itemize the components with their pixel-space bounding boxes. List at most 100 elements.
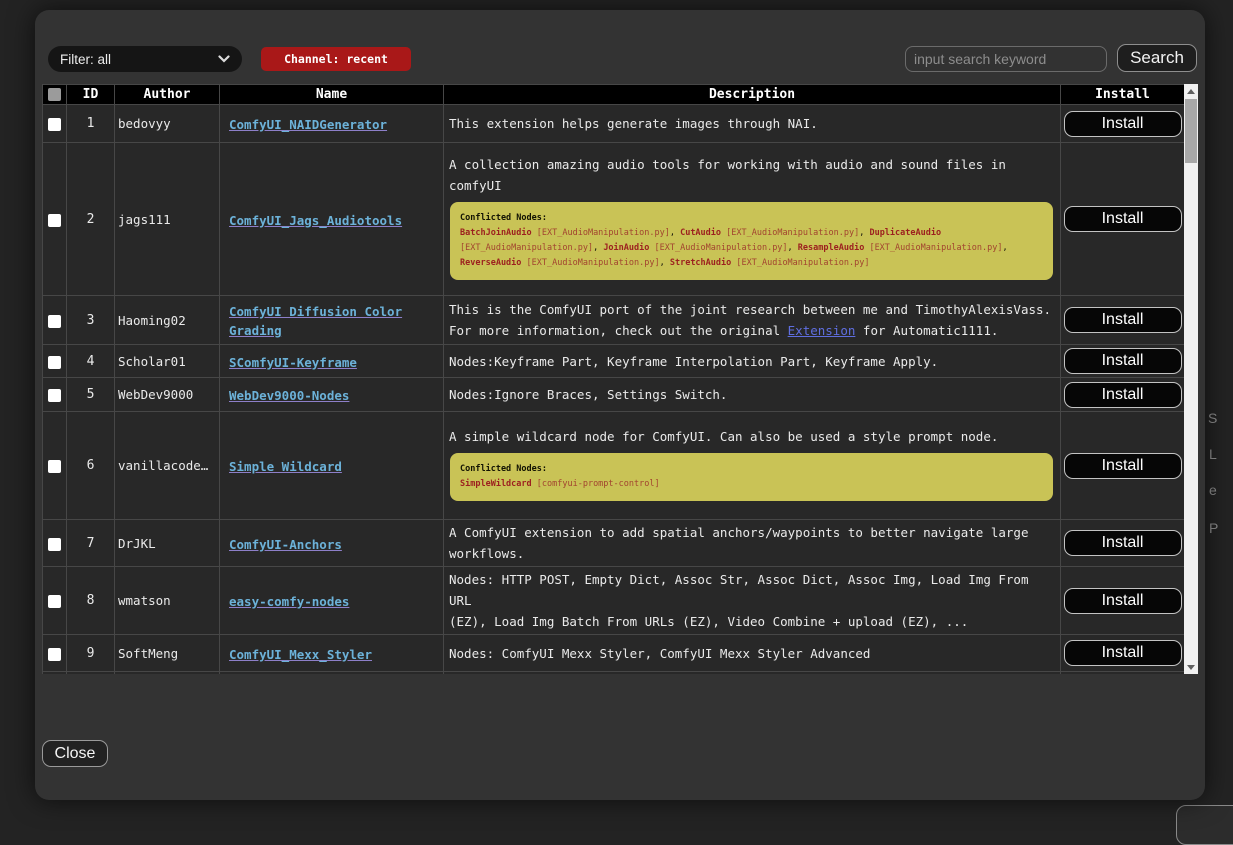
extensions-table: ID Author Name Description Install 1 bed… (42, 84, 1184, 674)
scrollbar-down-arrow-icon[interactable] (1184, 660, 1198, 674)
install-button[interactable]: Install (1064, 206, 1182, 232)
extension-author: Haoming02 (118, 313, 186, 328)
conflict-node-source: [EXT_AudioManipulation.py] (731, 258, 869, 268)
extension-name-link[interactable]: ComfyUI_NAIDGenerator (229, 117, 387, 132)
install-button[interactable]: Install (1064, 382, 1182, 408)
search-input[interactable] (905, 46, 1107, 72)
extension-description: A ComfyUI extension to add spatial ancho… (449, 522, 1055, 564)
conflict-node-name: SimpleWildcard (460, 479, 532, 489)
row-checkbox[interactable] (48, 648, 61, 661)
extension-author: SoftMeng (118, 646, 178, 661)
conflict-node-source: [EXT_AudioManipulation.py] (721, 228, 859, 238)
table-row: 8 wmatson easy-comfy-nodes Nodes: HTTP P… (43, 567, 1185, 635)
column-header-name: Name (220, 85, 444, 105)
conflict-node-source: [EXT_AudioManipulation.py] (460, 243, 593, 253)
conflict-node-name: DuplicateAudio (869, 228, 941, 238)
extension-author: vanillacode… (118, 458, 208, 473)
table-header-row: ID Author Name Description Install (43, 85, 1185, 105)
extension-author: DrJKL (118, 536, 156, 551)
conflict-node-source: [EXT_AudioManipulation.py] (649, 243, 787, 253)
row-checkbox[interactable] (48, 538, 61, 551)
search-button[interactable]: Search (1117, 44, 1197, 72)
extension-name-link[interactable]: ComfyUI-Anchors (229, 537, 342, 552)
extension-author: Scholar01 (118, 354, 186, 369)
description-link[interactable]: Extension (788, 323, 856, 338)
column-header-install: Install (1061, 85, 1185, 105)
extension-description: This is the ComfyUI port of the joint re… (449, 299, 1055, 341)
extension-description: A simple wildcard node for ComfyUI. Can … (449, 426, 1055, 447)
row-checkbox[interactable] (48, 595, 61, 608)
extension-id: 4 (87, 354, 95, 369)
extension-description: This extension helps generate images thr… (449, 113, 1055, 134)
extension-id: 2 (87, 212, 95, 227)
row-checkbox[interactable] (48, 389, 61, 402)
row-checkbox[interactable] (48, 214, 61, 227)
channel-badge: Channel: recent (261, 47, 411, 71)
row-checkbox[interactable] (48, 118, 61, 131)
table-scrollbar[interactable] (1184, 84, 1198, 674)
extension-id: 5 (87, 387, 95, 402)
background-text-fragment: L (1209, 446, 1217, 462)
scrollbar-thumb[interactable] (1185, 99, 1197, 163)
conflict-node-source: [EXT_AudioManipulation.py] (521, 258, 659, 268)
row-checkbox[interactable] (48, 460, 61, 473)
table-row: 10 zcfrank1st ComfyUI Yolov8 Nodes: Yolo… (43, 672, 1185, 675)
conflict-node-name: StretchAudio (670, 258, 731, 268)
conflict-box: Conflicted Nodes: SimpleWildcard [comfyu… (450, 453, 1053, 501)
extension-name-link[interactable]: Simple Wildcard (229, 459, 342, 474)
install-button[interactable]: Install (1064, 348, 1182, 374)
extension-description: Nodes:Ignore Braces, Settings Switch. (449, 384, 1055, 405)
table-row: 5 WebDev9000 WebDev9000-Nodes Nodes:Igno… (43, 378, 1185, 412)
extension-description: Nodes: HTTP POST, Empty Dict, Assoc Str,… (449, 569, 1055, 632)
install-button[interactable]: Install (1064, 453, 1182, 479)
extension-author: bedovyy (118, 116, 171, 131)
table-row: 9 SoftMeng ComfyUI_Mexx_Styler Nodes: Co… (43, 635, 1185, 672)
column-header-description: Description (444, 85, 1061, 105)
extensions-table-body: 1 bedovyy ComfyUI_NAIDGenerator This ext… (43, 105, 1185, 675)
extension-author: jags111 (118, 212, 171, 227)
table-row: 6 vanillacode… Simple Wildcard A simple … (43, 412, 1185, 520)
conflict-node-name: ResampleAudio (798, 243, 865, 253)
extension-id: 8 (87, 593, 95, 608)
extension-description: A collection amazing audio tools for wor… (449, 154, 1055, 196)
row-checkbox[interactable] (48, 315, 61, 328)
extension-id: 9 (87, 646, 95, 661)
conflict-node-name: BatchJoinAudio (460, 228, 532, 238)
install-button[interactable]: Install (1064, 588, 1182, 614)
filter-select[interactable]: Filter: all (48, 46, 242, 72)
background-partial-button (1176, 805, 1233, 845)
install-button[interactable]: Install (1064, 307, 1182, 333)
extension-name-link[interactable]: easy-comfy-nodes (229, 594, 349, 609)
conflict-list: SimpleWildcard [comfyui-prompt-control] (460, 477, 1043, 492)
extension-author: wmatson (118, 593, 171, 608)
conflict-node-source: [EXT_AudioManipulation.py] (532, 228, 670, 238)
table-row: 4 Scholar01 SComfyUI-Keyframe Nodes:Keyf… (43, 345, 1185, 378)
conflict-node-name: JoinAudio (603, 243, 649, 253)
install-button[interactable]: Install (1064, 640, 1182, 666)
conflict-node-name: CutAudio (680, 228, 721, 238)
table-row: 7 DrJKL ComfyUI-Anchors A ComfyUI extens… (43, 520, 1185, 567)
extension-description: Nodes:Keyframe Part, Keyframe Interpolat… (449, 351, 1055, 372)
table-row: 2 jags111 ComfyUI_Jags_Audiotools A coll… (43, 143, 1185, 296)
extension-id: 1 (87, 116, 95, 131)
conflict-node-source: [EXT_AudioManipulation.py] (864, 243, 1002, 253)
extension-name-link[interactable]: ComfyUI_Jags_Audiotools (229, 213, 402, 228)
filter-select-value: Filter: all (60, 52, 111, 67)
extension-name-link[interactable]: ComfyUI Diffusion Color Grading (229, 304, 402, 338)
conflict-node-source: [comfyui-prompt-control] (532, 479, 660, 489)
table-row: 3 Haoming02 ComfyUI Diffusion Color Grad… (43, 296, 1185, 345)
background-text-fragment: P (1209, 520, 1218, 536)
conflict-title: Conflicted Nodes: (460, 462, 1043, 477)
install-button[interactable]: Install (1064, 530, 1182, 556)
select-all-checkbox[interactable] (48, 88, 61, 101)
row-checkbox[interactable] (48, 356, 61, 369)
scrollbar-up-arrow-icon[interactable] (1184, 84, 1198, 98)
extension-id: 6 (87, 458, 95, 473)
close-button[interactable]: Close (42, 740, 108, 767)
extension-name-link[interactable]: ComfyUI_Mexx_Styler (229, 647, 372, 662)
extension-name-link[interactable]: SComfyUI-Keyframe (229, 355, 357, 370)
extension-name-link[interactable]: WebDev9000-Nodes (229, 388, 349, 403)
column-header-id: ID (67, 85, 115, 105)
conflict-title: Conflicted Nodes: (460, 211, 1043, 226)
install-button[interactable]: Install (1064, 111, 1182, 137)
